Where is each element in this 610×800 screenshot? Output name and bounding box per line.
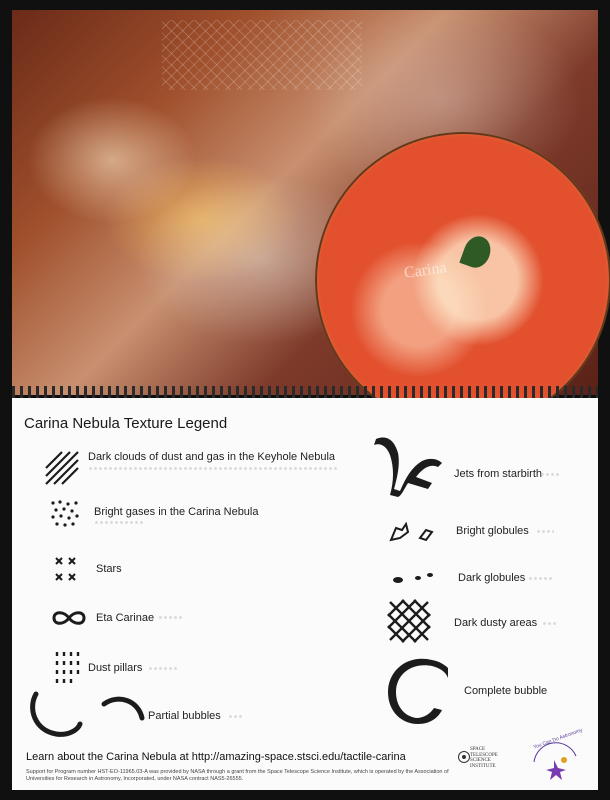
- legend-item-dust-pillars: Dust pillars: [88, 662, 143, 674]
- carina-nebula-photo: Carina: [12, 10, 610, 428]
- legend-item-jets: Jets from starbirth: [454, 468, 543, 480]
- braille-text: [528, 576, 554, 582]
- legend-item-eta-carinae: Eta Carinae: [96, 612, 155, 624]
- ring-icon: [388, 658, 448, 724]
- infinity-icon: [52, 611, 86, 625]
- dark-globule-icon: [393, 573, 433, 583]
- bright-globule-icon: [389, 522, 434, 542]
- diagonal-lines-icon: [45, 451, 79, 485]
- legend-item-dark-globules: Dark globules: [458, 572, 526, 584]
- braille-text: [542, 621, 558, 627]
- braille-text: [94, 520, 144, 526]
- legend-item-bright-gases: Bright gases in the Carina Nebula: [94, 506, 259, 518]
- legend-item-complete-bubble: Complete bubble: [464, 685, 548, 697]
- legend-title: Carina Nebula Texture Legend: [24, 415, 228, 432]
- crosshatch-icon: [387, 599, 431, 643]
- legend-item-dark-clouds: Dark clouds of dust and gas in the Keyho…: [88, 451, 336, 463]
- dot-cluster-icon: [51, 500, 79, 527]
- legend-item-dark-dusty: Dark dusty areas: [454, 617, 538, 629]
- braille-text: [158, 615, 184, 621]
- pizza-overlay: [315, 132, 610, 428]
- x-marks-icon: [55, 557, 76, 581]
- braille-text: [88, 466, 338, 472]
- legend-item-partial-bubbles: Partial bubbles: [148, 710, 221, 722]
- legend-item-bright-globules: Bright globules: [456, 525, 529, 537]
- braille-text: [536, 529, 554, 535]
- stsci-logo-text: SPACE TELESCOPE SCIENCE INSTITUTE: [470, 747, 498, 769]
- braille-text: [540, 472, 560, 478]
- raised-crosshatch-texture: [162, 20, 362, 90]
- vertical-dashes-icon: [55, 652, 80, 683]
- footer-link-text[interactable]: Learn about the Carina Nebula at http://…: [26, 751, 406, 763]
- jet-shape-icon: [374, 437, 442, 497]
- legend-item-stars: Stars: [96, 563, 122, 575]
- braille-text: [148, 666, 178, 672]
- footer-fine-print: Support for Program number HST-EO-11965.…: [26, 769, 449, 782]
- legend-card: Carina Nebula Texture Legend Dark clouds…: [12, 398, 598, 790]
- braille-text: [228, 714, 244, 720]
- arc-icon: [30, 691, 145, 737]
